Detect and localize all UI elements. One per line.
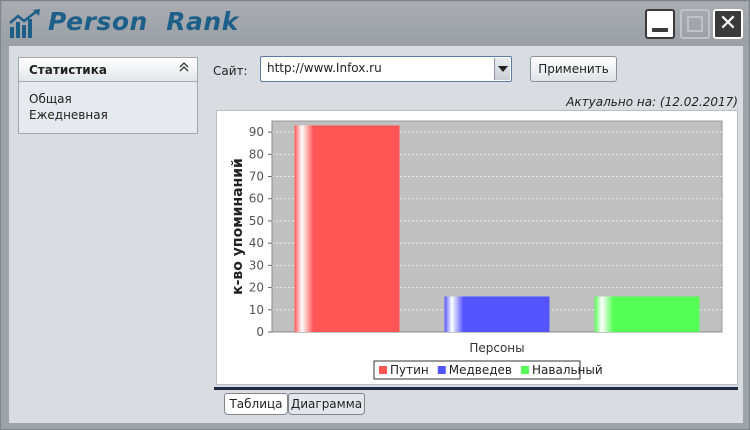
statistics-panel-header[interactable]: Статистика [19, 58, 197, 82]
actual-date-label: Актуально на: (12.02.2017) [566, 95, 738, 109]
sidebar-item-daily[interactable]: Ежедневная [19, 107, 197, 123]
chart-panel: 0 10 20 30 40 50 60 70 80 90 Персоны к-во упоминани… [216, 110, 738, 385]
legend-swatch-Навальный [521, 366, 530, 374]
y-tick-label: 0 [256, 325, 264, 339]
bar-chart: 0 10 20 30 40 50 60 70 80 90 Персоны к-во упоминани… [230, 120, 723, 380]
y-tick-label: 20 [249, 281, 264, 295]
legend-swatch-Путин [379, 366, 387, 374]
x-axis-label: Персоны [469, 341, 524, 355]
bar-Медведев [444, 296, 550, 332]
y-tick-label: 50 [249, 214, 264, 228]
apply-button[interactable]: Применить [530, 56, 617, 82]
y-tick-label: 60 [249, 192, 264, 206]
app-title: Person Rank [48, 7, 239, 36]
y-tick-label: 70 [249, 170, 264, 184]
legend-label-Медведев: Медведев [449, 363, 512, 377]
title-bar[interactable]: Person Rank ✕ [2, 2, 748, 46]
tab-chart[interactable]: Диаграмма [288, 393, 365, 415]
maximize-button[interactable] [680, 9, 710, 39]
y-tick-label: 80 [249, 147, 264, 161]
statistics-panel: Статистика Общая Ежедневная [18, 57, 198, 134]
divider [214, 387, 738, 390]
sidebar-item-general[interactable]: Общая [19, 91, 197, 107]
chevron-down-icon[interactable] [494, 58, 510, 80]
site-label: Сайт: [213, 64, 248, 78]
bar-Путин [294, 125, 400, 332]
legend-label-Навальный: Навальный [532, 363, 603, 377]
statistics-panel-title: Статистика [29, 63, 107, 77]
site-select[interactable]: http://www.Infox.ru [260, 56, 512, 82]
main-content: Статистика Общая Ежедневная Сайт: http:/… [9, 46, 743, 423]
minimize-button[interactable] [645, 9, 675, 39]
close-button[interactable]: ✕ [713, 9, 743, 39]
app-window: Person Rank ✕ Статистика Общая Ежедневна… [0, 0, 750, 430]
collapse-icon[interactable] [179, 62, 189, 75]
y-tick-label: 90 [249, 125, 264, 139]
bar-Навальный [594, 296, 700, 332]
legend-swatch-Медведев [437, 366, 446, 374]
y-tick-label: 10 [249, 303, 264, 317]
tab-table[interactable]: Таблица [224, 393, 288, 415]
y-tick-label: 40 [249, 236, 264, 250]
legend-label-Путин: Путин [390, 363, 429, 377]
y-tick-label: 30 [249, 258, 264, 272]
site-select-value: http://www.Infox.ru [267, 61, 382, 75]
chart-logo-icon [9, 9, 40, 38]
y-axis-label: к-во упоминаний [230, 158, 246, 295]
